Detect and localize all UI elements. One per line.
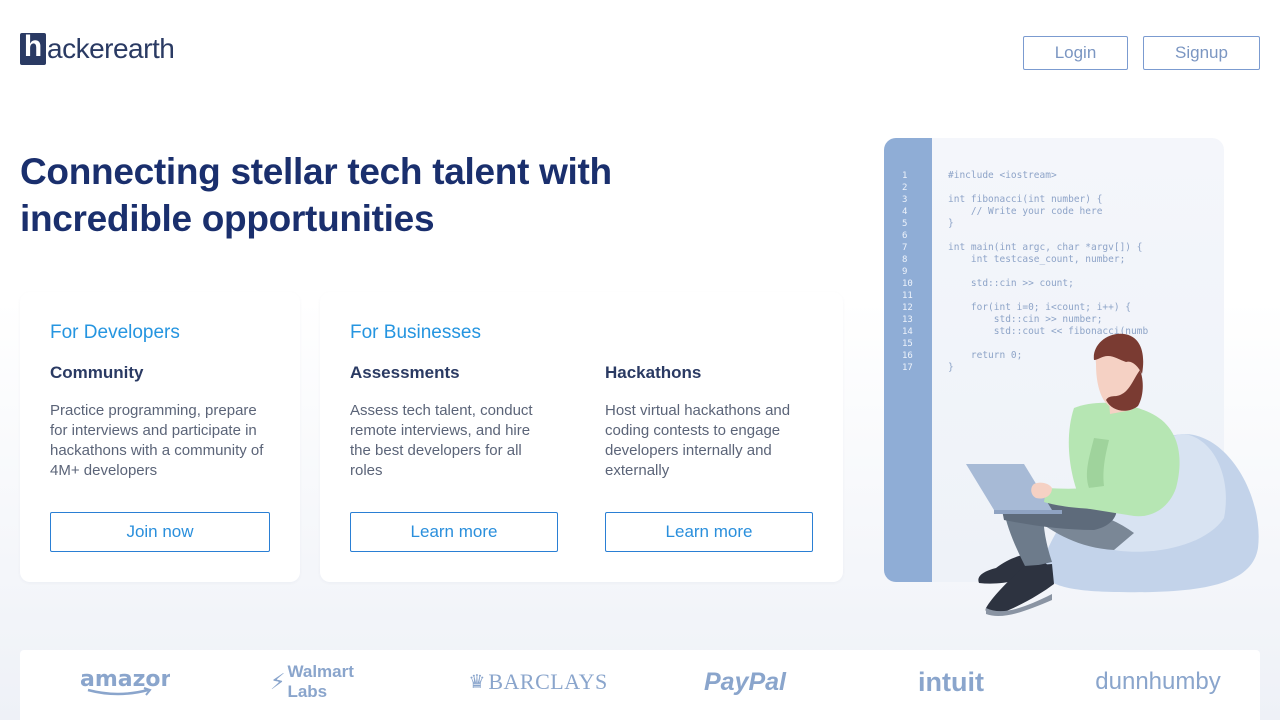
hackathons-learn-more-button[interactable]: Learn more xyxy=(605,512,813,552)
partner-logos-strip: amazon ⚡ Walmart Labs ♛ BARCLAYS PayPal … xyxy=(20,650,1260,720)
dunnhumby-logo: dunnhumby xyxy=(1095,668,1221,695)
assessments-title: Assessments xyxy=(350,363,460,382)
hackerearth-logo[interactable]: h ackerearth xyxy=(20,33,175,65)
community-title: Community xyxy=(50,363,144,382)
hero-title: Connecting stellar tech talent with incr… xyxy=(20,151,612,239)
walmart-labs-logo: ⚡ Walmart Labs xyxy=(270,662,395,701)
signup-button[interactable]: Signup xyxy=(1143,36,1260,70)
eagle-icon: ♛ xyxy=(468,671,486,693)
amazon-logo-text: amazon xyxy=(80,667,170,692)
logo-text: ackerearth xyxy=(47,33,175,64)
assessments-description: Assess tech talent, conduct remote inter… xyxy=(350,402,533,479)
amazon-logo: amazon xyxy=(78,666,170,698)
walmart-spark-icon: ⚡ xyxy=(270,669,286,694)
paypal-logo: PayPal xyxy=(703,667,786,696)
developers-card: For Developers Community Practice progra… xyxy=(20,292,300,582)
walmart-labs-text: Walmart Labs xyxy=(287,662,354,701)
developers-heading: For Developers xyxy=(50,322,180,343)
businesses-card: For Businesses Assessments Assess tech t… xyxy=(320,292,843,582)
community-description: Practice programming, prepare for interv… xyxy=(50,402,264,479)
barclays-logo: ♛ BARCLAYS xyxy=(468,666,607,698)
businesses-heading: For Businesses xyxy=(350,322,481,343)
assessments-learn-more-button[interactable]: Learn more xyxy=(350,512,558,552)
developer-on-beanbag-illustration xyxy=(966,333,1259,617)
join-now-button[interactable]: Join now xyxy=(50,512,270,552)
hackathons-title: Hackathons xyxy=(605,363,702,382)
intuit-logo: intuit xyxy=(918,666,984,697)
logo-mark: h xyxy=(20,33,46,65)
barclays-text: BARCLAYS xyxy=(488,669,608,694)
login-button[interactable]: Login xyxy=(1023,36,1128,70)
hackathons-description: Host virtual hackathons and coding conte… xyxy=(605,402,791,479)
hero-illustration: 1 2 3 4 5 6 7 8 9 10 11 12 13 14 15 16 1… xyxy=(884,138,1264,618)
